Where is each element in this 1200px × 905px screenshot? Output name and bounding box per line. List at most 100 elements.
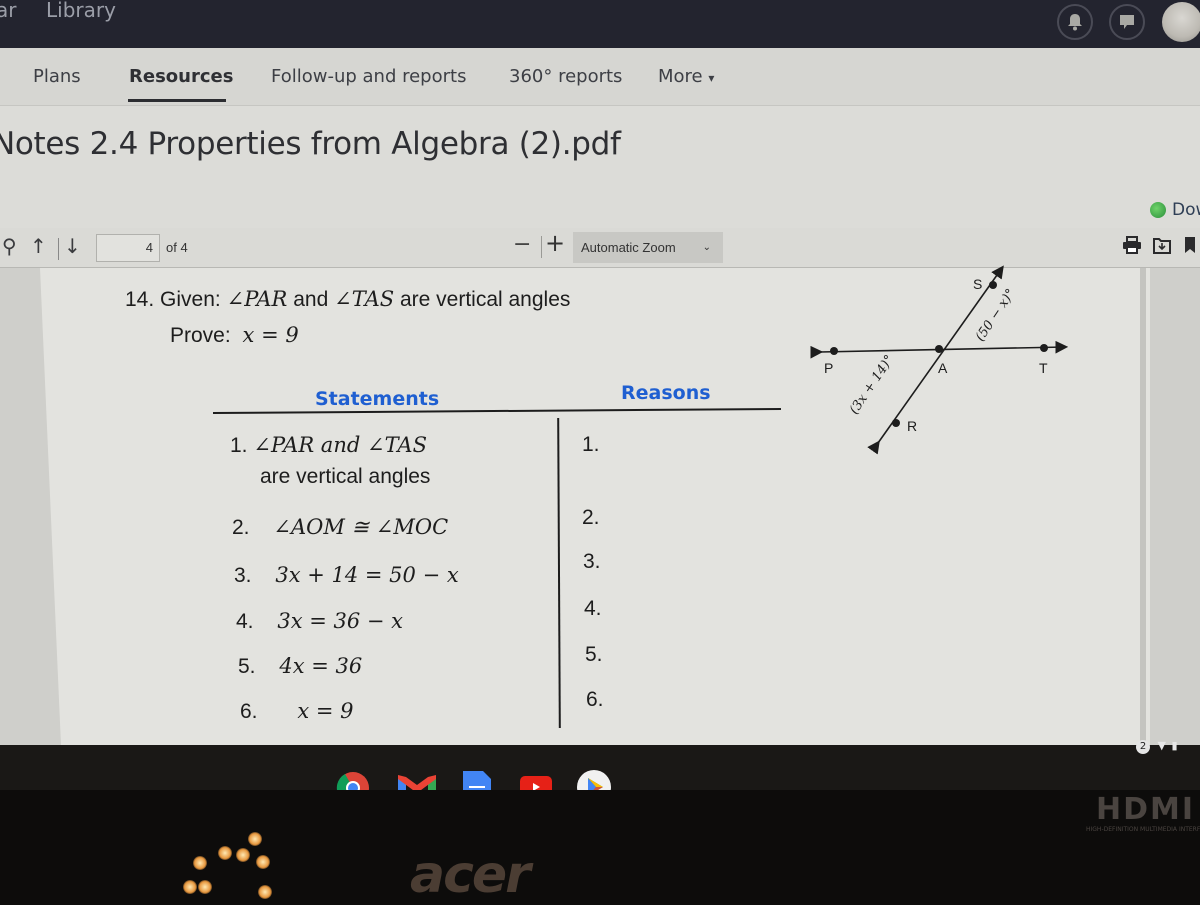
statement-row: 4. 3x = 36 − x — [236, 609, 403, 634]
reflection-light — [248, 832, 262, 846]
nav-tabs: Plans Resources Follow-up and reports 36… — [0, 48, 1200, 106]
tab-follow-up-and-reports[interactable]: Follow-up and reports — [271, 66, 466, 87]
statement-text: ∠AOM ≅ ∠MOC — [273, 515, 449, 539]
problem-number: 14. — [125, 288, 155, 311]
tab-plans[interactable]: Plans — [33, 66, 81, 87]
statement-text: 3x = 36 − x — [277, 609, 404, 633]
play-store-icon[interactable] — [576, 769, 612, 790]
statement-number: 6. — [240, 700, 258, 723]
next-page-icon[interactable]: ↓ — [64, 234, 81, 258]
notification-count-badge: 2 — [1136, 740, 1150, 754]
statement-number: 4. — [236, 610, 254, 633]
reflection-light — [236, 848, 250, 862]
statement-row-continued: are vertical angles — [260, 465, 431, 488]
notification-bell-icon — [1068, 14, 1082, 31]
angle-label-50-minus-x: (50 − x)° — [973, 286, 1019, 344]
chat-button[interactable] — [1109, 4, 1145, 40]
download-label: Dow — [1172, 200, 1200, 220]
hdmi-logo: HDMI — [1096, 792, 1196, 827]
angle-label-3x-plus-14: (3x + 14)° — [847, 353, 897, 418]
given-rest: are vertical angles — [399, 288, 571, 311]
prove-label: Prove: — [170, 324, 231, 347]
youtube-icon[interactable] — [520, 776, 552, 790]
statement-text: ∠PAR and ∠TAS — [253, 433, 427, 457]
previous-page-icon[interactable]: ↑ — [30, 234, 47, 258]
gmail-icon[interactable] — [398, 775, 436, 790]
status-tray[interactable]: 2 ▼ ▮ — [1136, 739, 1178, 754]
given-angle-2: ∠TAS — [334, 287, 395, 311]
search-icon[interactable]: ⚲ — [2, 234, 17, 258]
topbar-item-truncated[interactable]: ar — [0, 0, 16, 22]
tab-more[interactable]: More ▾ — [658, 66, 714, 87]
statement-row: 1. ∠PAR and ∠TAS — [230, 433, 427, 458]
bookmark-icon — [1185, 237, 1195, 253]
line-rs — [867, 265, 1004, 455]
problem-given: 14. Given: ∠PAR and ∠TAS are vertical an… — [125, 287, 570, 312]
zoom-value: Automatic Zoom — [581, 240, 676, 255]
chrome-icon[interactable] — [336, 771, 370, 790]
zoom-select[interactable]: Automatic Zoom ⌄ — [573, 232, 723, 263]
chevron-down-icon: ⌄ — [702, 242, 711, 253]
top-bar: ar Library — [0, 0, 1200, 48]
print-icon — [1123, 236, 1141, 254]
statement-number: 3. — [234, 564, 252, 587]
reflection-light — [256, 855, 270, 869]
tab-resources[interactable]: Resources — [129, 66, 233, 87]
save-button[interactable] — [1153, 236, 1171, 259]
tab-more-label: More — [658, 66, 703, 87]
avatar[interactable] — [1162, 2, 1200, 42]
statement-number: 2. — [232, 516, 250, 539]
label-s: S — [973, 276, 982, 292]
point-s — [989, 281, 997, 289]
statement-row: 3. 3x + 14 = 50 − x — [234, 563, 459, 588]
page-number-input[interactable]: 4 — [96, 234, 160, 262]
document-title: Notes 2.4 Properties from Algebra (2).pd… — [0, 126, 621, 162]
point-t — [1040, 344, 1048, 352]
given-angle-1: ∠PAR — [226, 287, 288, 311]
statement-number: 5. — [238, 655, 256, 678]
reflection-light — [198, 880, 212, 894]
active-tab-indicator — [128, 99, 226, 102]
laptop-bezel — [0, 790, 1200, 900]
point-r — [892, 419, 900, 427]
laptop-brand-logo: acer — [410, 845, 531, 905]
statement-text: 3x + 14 = 50 − x — [275, 563, 459, 587]
reflection-light — [258, 885, 272, 899]
reflection-light — [193, 856, 207, 870]
given-label: Given: — [160, 288, 221, 311]
reflection-light — [183, 880, 197, 894]
reason-row: 4. — [584, 597, 602, 620]
statements-header: Statements — [315, 388, 440, 410]
chat-icon — [1120, 15, 1134, 29]
page-edge — [1140, 268, 1146, 748]
chromeos-shelf: 2 ▼ ▮ — [0, 739, 1200, 790]
hdmi-subtitle: HIGH-DEFINITION MULTIMEDIA INTERFACE — [1086, 826, 1200, 833]
reason-row: 1. — [582, 433, 600, 456]
docs-icon[interactable] — [463, 771, 491, 790]
print-button[interactable] — [1122, 236, 1142, 259]
label-a: A — [938, 360, 948, 376]
given-and: and — [293, 288, 329, 311]
statement-row: 5. 4x = 36 — [238, 654, 362, 679]
notifications-button[interactable] — [1057, 4, 1093, 40]
reason-row: 3. — [583, 550, 601, 573]
screen: ar Library Plans Resources Follow-up and… — [0, 0, 1200, 790]
statement-text: 4x = 36 — [279, 654, 363, 678]
reason-row: 2. — [582, 506, 600, 529]
reflection-light — [218, 846, 232, 860]
zoom-out-button[interactable]: − — [513, 232, 531, 257]
prove-value: x = 9 — [242, 323, 299, 347]
label-r: R — [907, 418, 917, 434]
zoom-in-button[interactable]: + — [545, 229, 565, 257]
download-button[interactable]: Dow — [1150, 200, 1200, 220]
page-total: of 4 — [166, 240, 188, 255]
statement-text: x = 9 — [297, 699, 354, 723]
statement-row: 2. ∠AOM ≅ ∠MOC — [232, 515, 448, 540]
point-p — [830, 347, 838, 355]
caret-down-icon: ▾ — [708, 71, 715, 85]
problem-prove: Prove: x = 9 — [170, 323, 299, 348]
drive-icon — [1150, 202, 1166, 218]
tab-360-reports[interactable]: 360° reports — [509, 66, 622, 87]
topbar-item-library[interactable]: Library — [46, 0, 116, 22]
bookmark-button[interactable] — [1184, 236, 1196, 259]
